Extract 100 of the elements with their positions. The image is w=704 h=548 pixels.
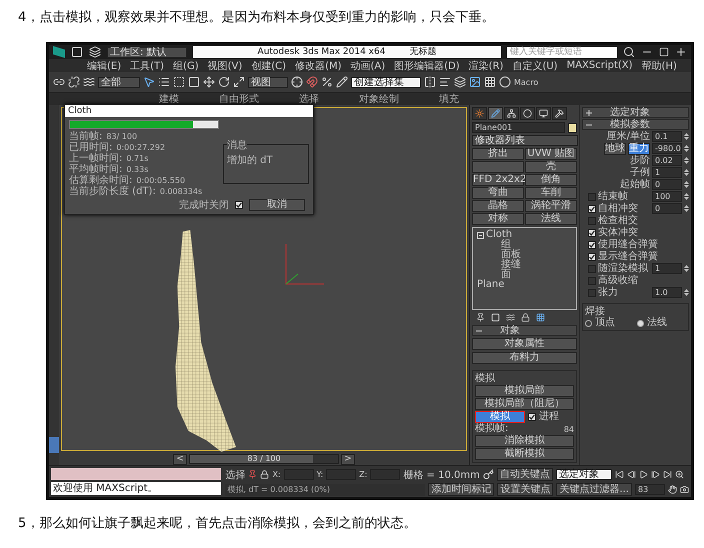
named-selection-dropdown[interactable]: 创建选择集 [351, 76, 421, 88]
link-icon[interactable] [53, 76, 65, 88]
expand-icon[interactable] [586, 110, 592, 116]
ribbon-tab[interactable]: 对象绘制 [359, 94, 399, 104]
modifier-button[interactable]: 弯曲 [472, 187, 524, 199]
key-mode-dropdown[interactable]: 选定对象 [556, 469, 612, 480]
rollout-header[interactable]: 对象 [472, 325, 577, 336]
rollout-header[interactable]: 选定对象 [582, 107, 689, 118]
object-color-swatch[interactable] [568, 122, 577, 132]
go-to-end-icon[interactable] [662, 470, 672, 479]
key-icon[interactable] [482, 469, 494, 480]
ribbon-tab[interactable]: 自由形式 [219, 94, 259, 104]
wave-icon[interactable] [83, 76, 95, 88]
rollout-header[interactable]: 模拟参数 [582, 119, 689, 130]
progress-checkbox[interactable] [528, 413, 536, 421]
previous-key-icon[interactable] [626, 470, 636, 479]
auto-key-button[interactable]: 自动关键点 [496, 468, 553, 481]
layers-icon[interactable] [454, 76, 466, 88]
current-frame-field[interactable]: 83 [635, 484, 665, 495]
move-icon[interactable] [203, 76, 215, 88]
pencil-icon[interactable] [336, 76, 348, 88]
object-button[interactable]: 布料力 [472, 352, 577, 364]
workspace-dropdown[interactable]: 工作区: 默认 [107, 46, 187, 58]
spinner-field[interactable]: 0 [652, 179, 682, 190]
param-checkbox[interactable] [588, 276, 596, 284]
param-checkbox[interactable] [588, 264, 596, 272]
perspective-viewport[interactable]: Cloth 当前帧: 83/ 100 已用时间: 0:00:27.292 上一帧时间: 0.71s 平均帧时间: 0.33s 估算剩余时间: 0:00:05.550 当前步阶长度 (dT): 0.008334s 消息 增加的 dT 完成时关闭 取消 [61, 107, 467, 451]
ribbon-tab[interactable]: 填充 [439, 94, 459, 104]
play-icon[interactable] [638, 470, 648, 479]
collapse-icon[interactable] [477, 232, 484, 238]
erase-simulation-button[interactable]: 消除模拟 [475, 435, 574, 447]
stack-sub-item[interactable]: 面板 [501, 250, 521, 260]
dashed-square-icon[interactable] [173, 76, 185, 88]
spinner-field[interactable]: 0.02 [652, 155, 682, 166]
previous-frame-button[interactable]: < [173, 454, 187, 464]
script-input-field[interactable] [51, 468, 222, 480]
menu-item[interactable]: 图形编辑器(D) [394, 58, 460, 72]
modifier-button[interactable]: 涡轮平滑 [525, 200, 577, 212]
gravity-toggle[interactable]: 重力 [628, 142, 650, 154]
spinner-field[interactable]: 0.1 [652, 131, 682, 142]
object-button[interactable]: 对象属性 [472, 338, 577, 350]
image-icon[interactable] [469, 76, 481, 88]
simulate-button[interactable]: 模拟 [475, 411, 525, 423]
menu-item[interactable]: 视图(V) [208, 58, 242, 72]
spinner-arrows-icon[interactable] [684, 288, 689, 297]
scale-icon[interactable] [233, 76, 245, 88]
menu-item[interactable]: 编辑(E) [87, 58, 122, 72]
grid-icon[interactable] [536, 312, 545, 322]
next-frame-button[interactable]: > [341, 454, 355, 464]
ribbon-tab[interactable]: 建模 [159, 94, 179, 104]
stack-sub-item[interactable]: 面 [501, 270, 511, 280]
magnet-icon[interactable] [306, 76, 318, 88]
stack-sub-item[interactable]: 接缝 [501, 260, 521, 270]
menu-item[interactable]: MAXScript(X) [566, 60, 633, 71]
monitor-icon[interactable] [539, 109, 548, 118]
go-to-start-icon[interactable] [614, 470, 624, 479]
menu-item[interactable]: 帮助(H) [642, 58, 677, 72]
panel-tab[interactable] [552, 107, 567, 120]
cancel-button[interactable]: 取消 [249, 199, 305, 211]
panel-tab[interactable] [488, 107, 503, 120]
panel-tab[interactable] [472, 107, 487, 120]
pointer-icon[interactable] [143, 76, 155, 88]
radio-button[interactable] [637, 320, 644, 326]
hierarchy-icon[interactable] [507, 109, 516, 118]
menu-item[interactable]: 组(G) [173, 58, 199, 72]
align-icon[interactable] [439, 76, 451, 88]
spinner-arrows-icon[interactable] [684, 192, 689, 201]
spinner-arrows-icon[interactable] [684, 144, 689, 153]
stack-item[interactable]: Plane [477, 280, 504, 290]
truncate-simulation-button[interactable]: 截断模拟 [475, 448, 574, 460]
percent-icon[interactable] [321, 76, 333, 88]
collapse-icon[interactable] [586, 122, 592, 128]
spinner-arrows-icon[interactable] [684, 168, 689, 177]
script-output-field[interactable]: 欢迎使用 MAXScript。 [51, 482, 222, 495]
square-icon[interactable] [188, 76, 200, 88]
modifier-button[interactable]: FFD 2x2x2 [472, 174, 524, 186]
circle-icon[interactable] [523, 109, 532, 118]
spinner-field[interactable]: 100 [652, 191, 682, 202]
spinner-field[interactable]: 1 [652, 167, 682, 178]
modifier-list-dropdown[interactable]: 修改器列表 [472, 135, 578, 146]
panel-tab[interactable] [504, 107, 519, 120]
radio-button[interactable] [585, 320, 592, 326]
menu-item[interactable]: 工具(T) [130, 58, 164, 72]
close-checkbox[interactable] [235, 201, 243, 209]
spinner-arrows-icon[interactable] [684, 180, 689, 189]
spinner-field[interactable]: 0 [652, 203, 682, 214]
lock-icon[interactable] [521, 312, 530, 322]
spinner-field[interactable]: -980.0 [652, 143, 682, 154]
modifier-button[interactable]: 车削 [525, 187, 577, 199]
menu-item[interactable]: 修改器(M) [295, 58, 342, 72]
spinner-field[interactable]: 1.0 [652, 287, 682, 298]
panel-tab[interactable] [520, 107, 535, 120]
lock-icon[interactable] [260, 470, 270, 479]
circle-icon[interactable] [499, 76, 511, 88]
spinner-arrows-icon[interactable] [684, 204, 689, 213]
modifier-button[interactable]: 对称 [472, 213, 524, 225]
modifier-button[interactable]: UVW 贴图 [525, 148, 577, 160]
key-filters-button[interactable]: 关键点过滤器... [556, 483, 632, 496]
ribbon-tab[interactable]: 选择 [299, 94, 319, 104]
grid-icon[interactable] [484, 76, 496, 88]
